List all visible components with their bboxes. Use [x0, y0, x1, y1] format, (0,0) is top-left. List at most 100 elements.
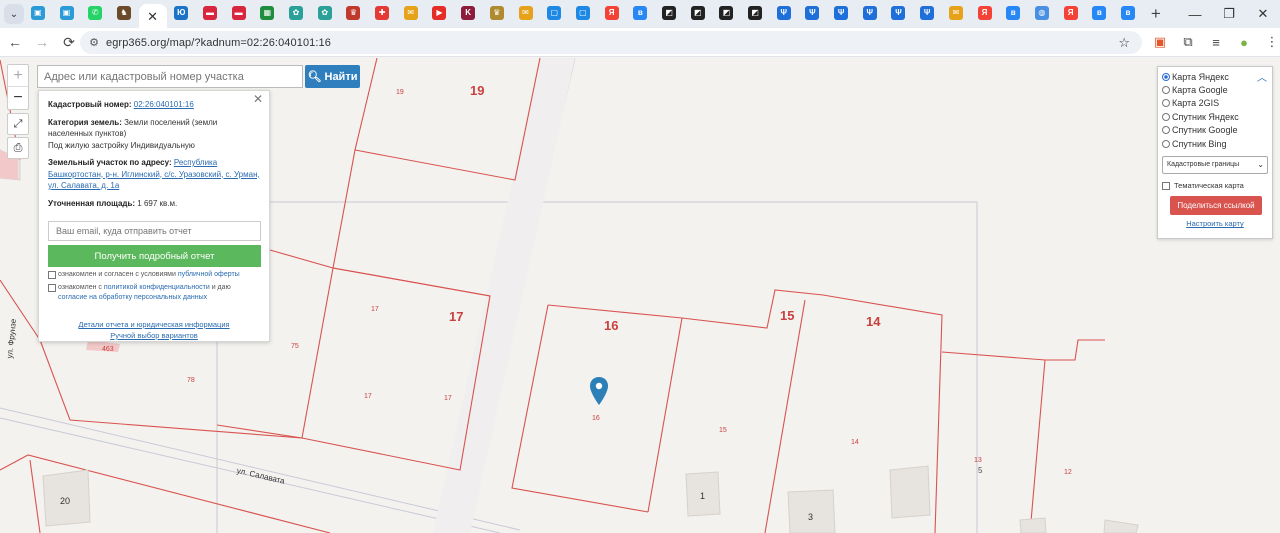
- close-window-icon[interactable]: ✕: [1246, 6, 1280, 22]
- parcel-number: 17: [371, 306, 379, 313]
- layer-option[interactable]: Карта Яндекс: [1162, 70, 1268, 83]
- browser-tab[interactable]: ♛: [483, 2, 512, 24]
- address-search-input[interactable]: [37, 65, 303, 88]
- layer-option[interactable]: Карта 2GIS: [1162, 97, 1268, 110]
- popup-footer-links: Детали отчета и юридическая информация Р…: [48, 319, 260, 341]
- address-bar[interactable]: ⚙ egrp365.org/map/?kadnum=02:26:040101:1…: [80, 31, 1142, 54]
- tab-search-dropdown-icon[interactable]: ⌄: [4, 4, 24, 24]
- report-details-link[interactable]: Детали отчета и юридическая информация: [48, 319, 260, 330]
- privacy-checkbox[interactable]: [48, 284, 56, 292]
- browser-tab[interactable]: в: [626, 2, 655, 24]
- close-tab-icon[interactable]: ✕: [147, 9, 158, 25]
- zoom-out-button[interactable]: −: [8, 87, 28, 109]
- reload-icon[interactable]: ⟳: [57, 34, 81, 51]
- browser-tab[interactable]: Ψ: [799, 2, 828, 24]
- browser-tab[interactable]: Ψ: [770, 2, 799, 24]
- browser-tab[interactable]: Ψ: [885, 2, 914, 24]
- whatsapp-icon: ✆: [88, 6, 103, 20]
- site-info-icon[interactable]: ⚙: [86, 36, 102, 49]
- cadastral-number-link[interactable]: 02:26:040101:16: [134, 100, 194, 109]
- bookmark-star-icon[interactable]: ☆: [1118, 35, 1130, 51]
- manual-choice-link[interactable]: Ручной выбор вариантов: [48, 330, 260, 341]
- thematic-checkbox[interactable]: [1162, 181, 1170, 190]
- browser-tab[interactable]: Ψ: [856, 2, 885, 24]
- browser-tab[interactable]: ✚: [368, 2, 397, 24]
- offer-link[interactable]: публичной оферты: [178, 271, 240, 278]
- collapse-chevron-icon[interactable]: ︿: [1257, 69, 1267, 84]
- browser-menu-icon[interactable]: ⋮: [1258, 34, 1280, 50]
- browser-tab[interactable]: ▬: [225, 2, 254, 24]
- zoom-control: + −: [7, 64, 29, 110]
- share-link-button[interactable]: Поделиться ссылкой: [1170, 196, 1262, 216]
- overlay-select[interactable]: Кадастровые границы ⌄: [1162, 156, 1268, 175]
- offer-checkbox[interactable]: [48, 271, 56, 279]
- browser-tab[interactable]: ◩: [655, 2, 684, 24]
- browser-tab[interactable]: ▣: [24, 2, 53, 24]
- browser-tab[interactable]: Ю: [167, 2, 196, 24]
- url-text[interactable]: egrp365.org/map/?kadnum=02:26:040101:16: [106, 37, 331, 49]
- browser-tab[interactable]: в: [1114, 2, 1143, 24]
- radio[interactable]: [1162, 112, 1170, 121]
- forward-icon[interactable]: →: [30, 34, 54, 50]
- browser-tab[interactable]: ▢: [540, 2, 569, 24]
- radio-selected[interactable]: [1162, 72, 1170, 81]
- parcel-number: 75: [291, 343, 299, 350]
- maximize-icon[interactable]: ❐: [1212, 6, 1246, 22]
- radio[interactable]: [1162, 139, 1170, 148]
- browser-tab[interactable]: Ψ: [913, 2, 942, 24]
- privacy-link[interactable]: политикой конфиденциальности: [104, 284, 210, 291]
- new-tab-button[interactable]: +: [1143, 4, 1169, 24]
- consent-link[interactable]: согласие на обработку персональных данны…: [58, 294, 207, 301]
- get-report-button[interactable]: Получить подробный отчет: [48, 245, 261, 267]
- browser-tab[interactable]: K: [454, 2, 483, 24]
- browser-tab[interactable]: ♞: [110, 2, 139, 24]
- browser-tab[interactable]: ✉: [397, 2, 426, 24]
- layer-option[interactable]: Спутник Яндекс: [1162, 110, 1268, 123]
- browser-tab[interactable]: ▢: [569, 2, 598, 24]
- thematic-map-toggle[interactable]: Тематическая карта: [1162, 181, 1268, 190]
- browser-tab[interactable]: в: [1085, 2, 1114, 24]
- print-icon[interactable]: ⎙: [7, 137, 29, 159]
- browser-tab[interactable]: в: [999, 2, 1028, 24]
- browser-tab[interactable]: ◩: [713, 2, 742, 24]
- extensions-puzzle-icon[interactable]: ⧉: [1174, 34, 1202, 50]
- search-button[interactable]: 🔍︎ Найти: [305, 65, 360, 88]
- browser-tab[interactable]: ✆: [81, 2, 110, 24]
- reading-list-icon[interactable]: ≡: [1202, 35, 1230, 50]
- minimize-icon[interactable]: —: [1178, 7, 1212, 22]
- layer-option[interactable]: Спутник Google: [1162, 124, 1268, 137]
- browser-tab[interactable]: ▶: [426, 2, 455, 24]
- close-icon[interactable]: ✕: [253, 93, 263, 106]
- extension-red-icon[interactable]: ▣: [1146, 34, 1174, 50]
- browser-tab[interactable]: ✉: [942, 2, 971, 24]
- browser-tab[interactable]: ✉: [512, 2, 541, 24]
- browser-tab[interactable]: ▦: [254, 2, 283, 24]
- browser-tab[interactable]: ◩: [741, 2, 770, 24]
- browser-tab[interactable]: ◍: [1028, 2, 1057, 24]
- email-field[interactable]: [48, 221, 261, 241]
- browser-tab[interactable]: ✕: [138, 4, 168, 30]
- browser-tab[interactable]: ✿: [282, 2, 311, 24]
- layer-option[interactable]: Спутник Bing: [1162, 137, 1268, 150]
- browser-tab[interactable]: Ψ: [827, 2, 856, 24]
- browser-tab[interactable]: Я: [598, 2, 627, 24]
- measure-ruler-icon[interactable]: ⤢: [7, 113, 29, 135]
- back-icon[interactable]: ←: [3, 34, 27, 50]
- browser-tab[interactable]: ▣: [53, 2, 82, 24]
- location-marker-icon[interactable]: [589, 377, 609, 407]
- radio[interactable]: [1162, 99, 1170, 108]
- radio[interactable]: [1162, 86, 1170, 95]
- browser-tab[interactable]: Я: [1057, 2, 1086, 24]
- browser-tab[interactable]: ♛: [340, 2, 369, 24]
- radio[interactable]: [1162, 126, 1170, 135]
- browser-tab[interactable]: ◩: [684, 2, 713, 24]
- profile-avatar-icon[interactable]: ●: [1230, 35, 1258, 50]
- browser-tab[interactable]: ✿: [311, 2, 340, 24]
- setup-map-link[interactable]: Настроить карту: [1162, 219, 1268, 228]
- layer-option[interactable]: Карта Google: [1162, 83, 1268, 96]
- zoom-in-button[interactable]: +: [8, 65, 28, 87]
- browser-tab[interactable]: Я: [971, 2, 1000, 24]
- site-favicon: ▣: [59, 6, 74, 20]
- search-button-label: Найти: [324, 70, 358, 83]
- browser-tab[interactable]: ▬: [196, 2, 225, 24]
